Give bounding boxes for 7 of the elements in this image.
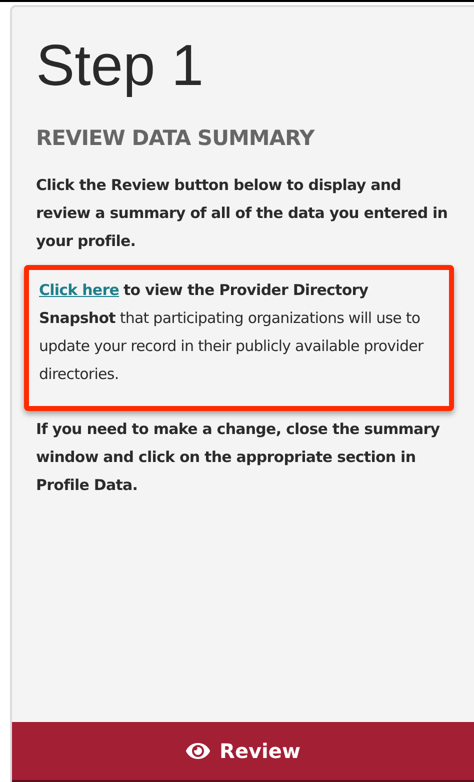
click-here-link[interactable]: Click here <box>39 280 120 298</box>
step-title: Step 1 <box>36 32 205 100</box>
snapshot-paragraph: Click here to view the Provider Directory Snapshot that participating organizations will use to update your record in their publicly available provider directories. <box>39 280 425 384</box>
intro-text: Click the Review button below to display and review a summary of all of the data you entered in your profile. <box>36 174 449 252</box>
change-note: If you need to make a change, close the summary window and click on the appropriate section in Profile Data. <box>36 418 441 496</box>
section-heading: REVIEW DATA SUMMARY <box>36 125 316 152</box>
review-button[interactable]: Review <box>12 722 474 782</box>
